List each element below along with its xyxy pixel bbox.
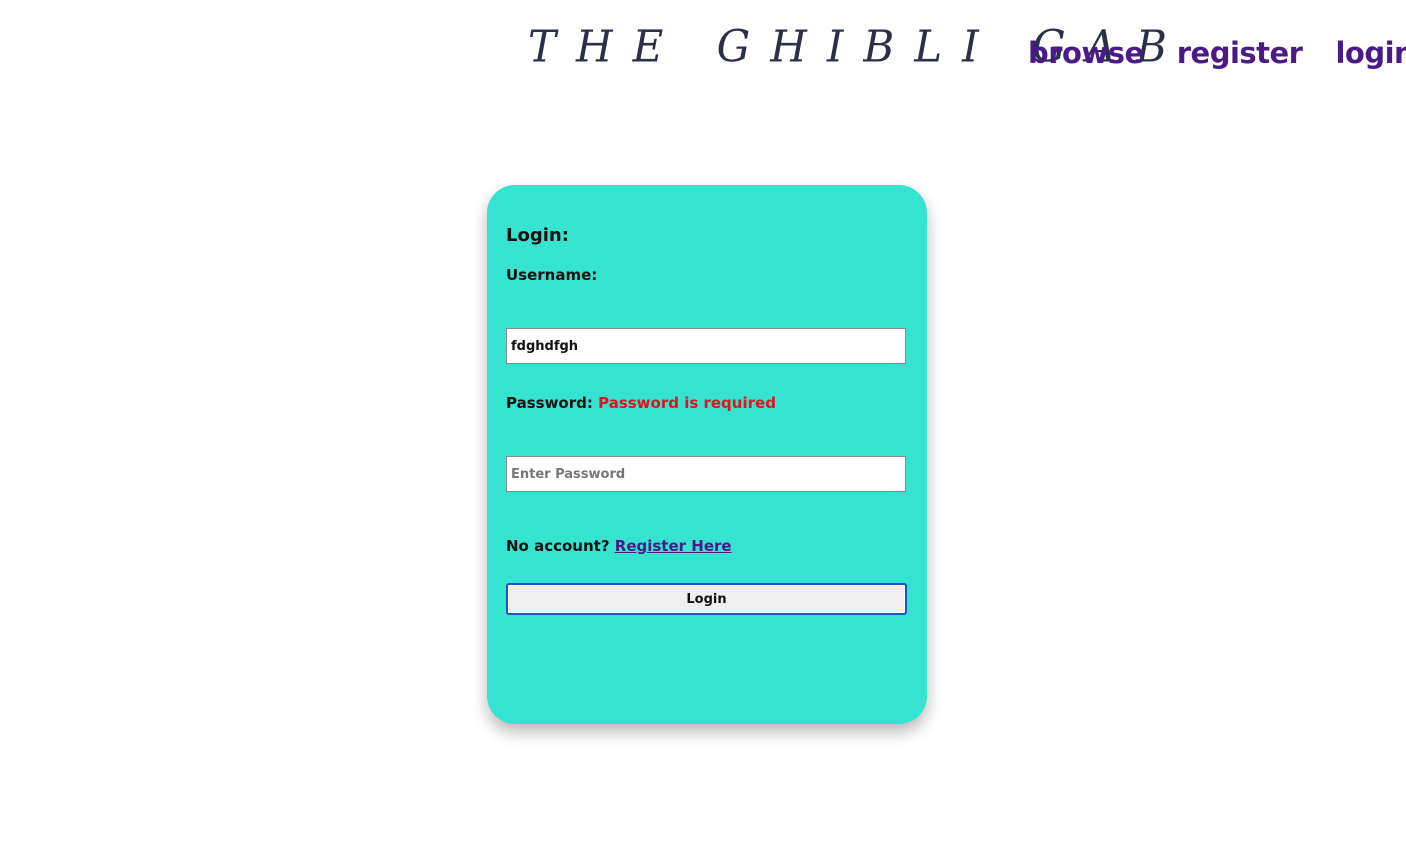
site-header: THE GHIBLI GAB browse register login	[0, 0, 1406, 110]
no-account-row: No account? Register Here	[506, 537, 732, 555]
main-nav: browse register login	[1028, 36, 1406, 70]
no-account-text: No account?	[506, 537, 610, 555]
login-submit-button[interactable]: Login	[506, 583, 907, 615]
login-title: Login:	[506, 225, 569, 246]
nav-login-link[interactable]: login	[1335, 36, 1406, 70]
password-label: Password:	[506, 394, 593, 412]
nav-register-link[interactable]: register	[1177, 36, 1303, 70]
password-error-message: Password is required	[598, 394, 776, 412]
password-label-row: Password: Password is required	[506, 394, 776, 412]
login-card: Login: Username: Password: Password is r…	[487, 185, 927, 724]
username-input[interactable]	[506, 328, 906, 364]
register-here-link[interactable]: Register Here	[615, 537, 732, 555]
password-input[interactable]	[506, 456, 906, 492]
username-label: Username:	[506, 266, 598, 284]
nav-browse-link[interactable]: browse	[1028, 36, 1144, 70]
